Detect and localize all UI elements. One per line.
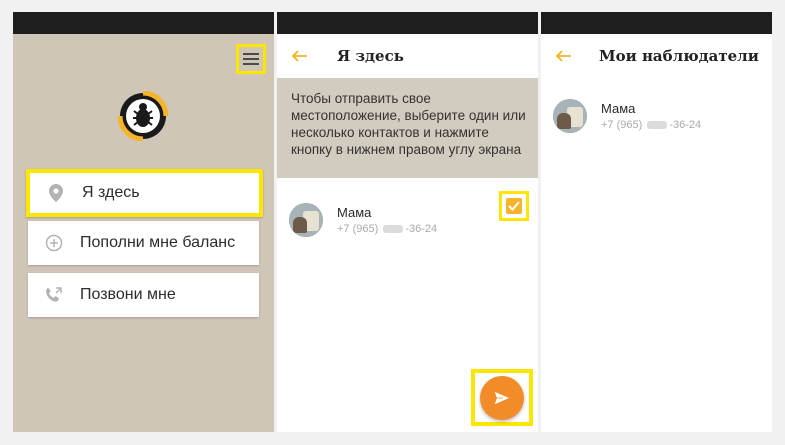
phone-prefix: +7 (965) — [601, 119, 643, 131]
menu-button[interactable] — [236, 44, 266, 74]
phone-prefix: +7 (965) — [337, 223, 379, 235]
back-arrow-icon[interactable] — [277, 50, 323, 62]
im-here-button[interactable]: Я здесь — [26, 169, 263, 217]
app-bar: Мои наблюдатели — [541, 34, 772, 78]
contact-checkbox[interactable] — [499, 191, 529, 221]
contact-name: Мама — [601, 101, 636, 116]
avatar — [553, 99, 587, 133]
bug-logo-icon — [118, 91, 168, 141]
page-title: Я здесь — [337, 47, 404, 65]
my-watchers-screen: Мои наблюдатели Мама +7 (965) -36-24 — [541, 12, 772, 432]
watcher-row[interactable]: Мама +7 (965) -36-24 — [541, 88, 772, 144]
im-here-label: Я здесь — [82, 184, 140, 201]
plus-circle-icon — [28, 234, 80, 252]
status-bar — [277, 12, 538, 34]
send-icon — [493, 390, 511, 406]
call-me-label: Позвони мне — [80, 286, 176, 303]
send-location-button[interactable] — [480, 376, 524, 420]
phone-suffix: -36-24 — [669, 119, 702, 131]
phone-hidden-digits — [383, 225, 404, 234]
phone-callback-icon — [28, 286, 80, 304]
app-bar: Я здесь — [277, 34, 538, 78]
checkmark-icon — [506, 198, 522, 214]
main-menu-screen: Я здесь Пополни мне баланс Позвони мне — [13, 12, 274, 432]
send-button-highlight — [471, 369, 533, 426]
status-bar — [13, 12, 274, 34]
instruction-text: Чтобы отправить свое местоположение, выб… — [277, 78, 538, 178]
location-pin-icon — [30, 184, 82, 202]
page-title: Мои наблюдатели — [599, 47, 759, 65]
top-up-balance-label: Пополни мне баланс — [80, 234, 236, 251]
contact-name: Мама — [337, 205, 372, 220]
phone-hidden-digits — [647, 121, 668, 130]
call-me-button[interactable]: Позвони мне — [28, 273, 259, 317]
top-up-balance-button[interactable]: Пополни мне баланс — [28, 221, 259, 265]
avatar — [289, 203, 323, 237]
status-bar — [541, 12, 772, 34]
hamburger-icon — [243, 53, 259, 65]
im-here-screen: Я здесь Чтобы отправить свое местоположе… — [277, 12, 538, 432]
contact-phone: +7 (965) -36-24 — [601, 119, 701, 131]
phone-suffix: -36-24 — [405, 223, 438, 235]
back-arrow-icon[interactable] — [541, 50, 587, 62]
contact-phone: +7 (965) -36-24 — [337, 223, 437, 235]
